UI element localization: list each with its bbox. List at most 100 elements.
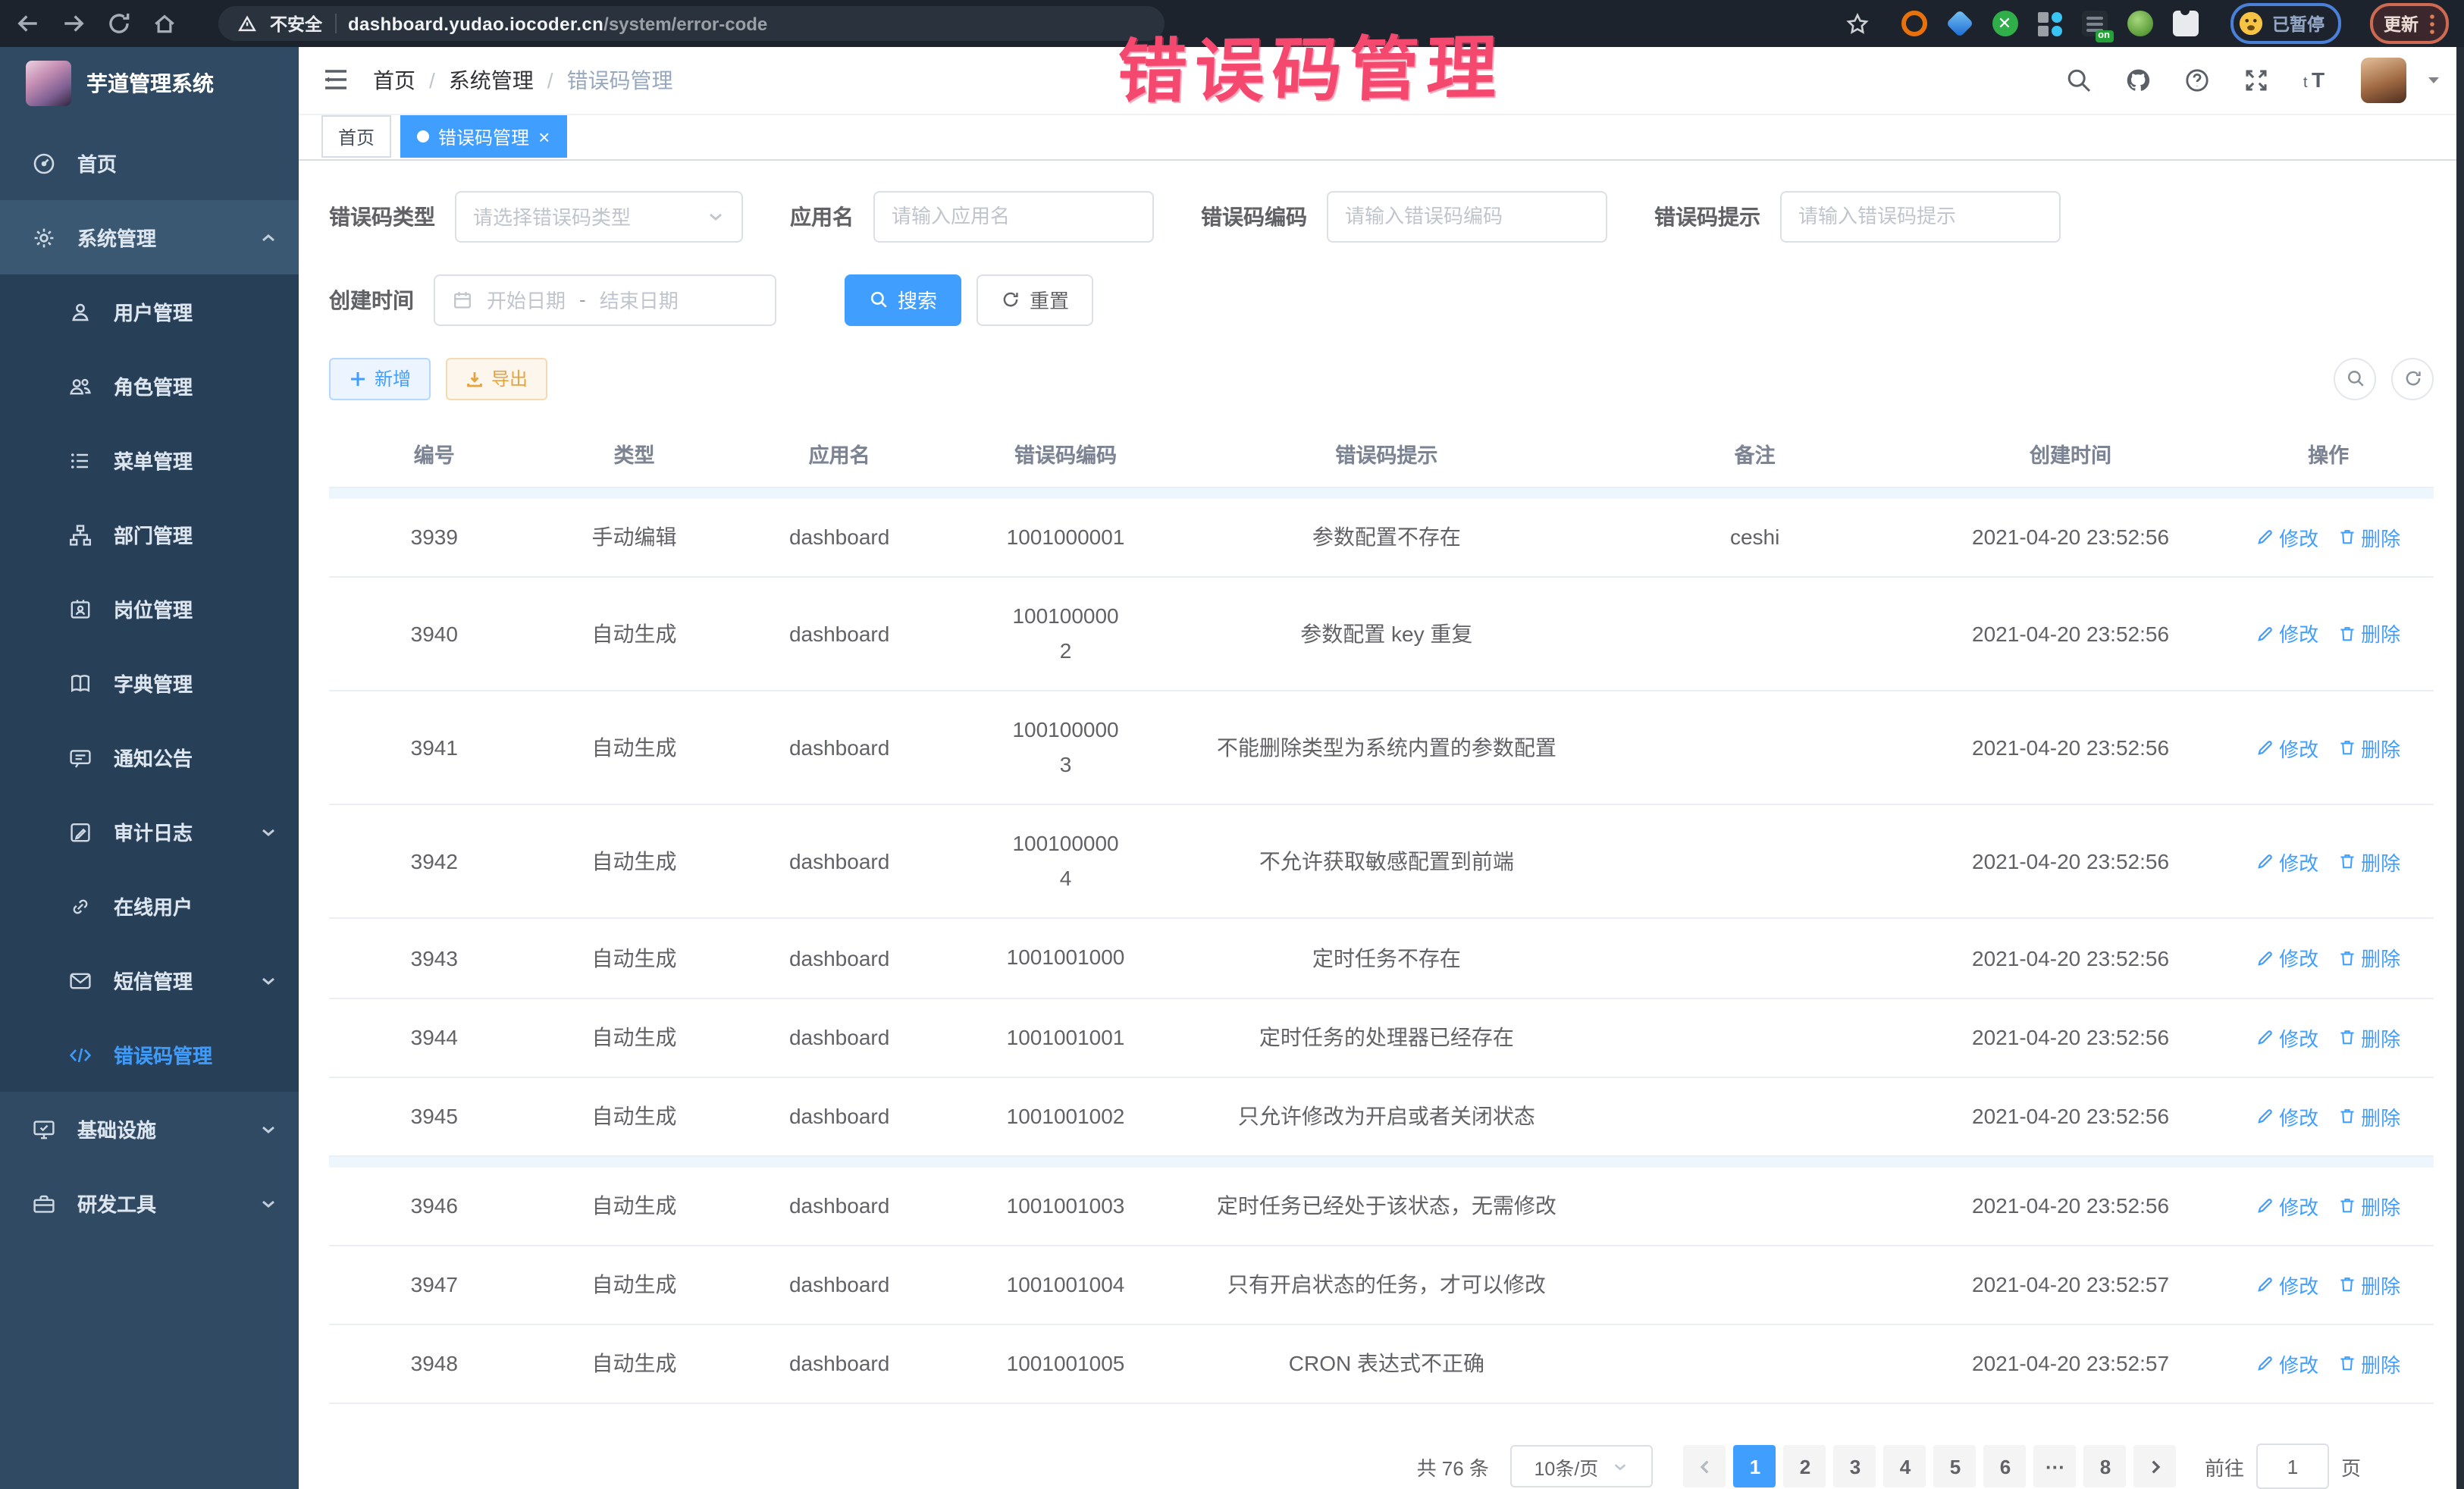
table-row[interactable]: 3940 自动生成 dashboard 100100000 2 参数配置 key… [329, 577, 2434, 691]
delete-link[interactable]: 删除 [2338, 1192, 2400, 1221]
export-button[interactable]: 导出 [446, 358, 547, 400]
error-type-select[interactable]: 请选择错误码类型 [455, 191, 743, 243]
prev-page-button[interactable] [1684, 1445, 1726, 1487]
reload-icon[interactable] [106, 11, 132, 36]
security-label[interactable]: 不安全 [270, 11, 322, 36]
app-logo-row[interactable]: 芋道管理系统 [0, 47, 299, 120]
sidebar-item-error-code[interactable]: 错误码管理 [0, 1017, 299, 1092]
delete-link[interactable]: 删除 [2338, 1102, 2400, 1130]
table-row[interactable]: 3946 自动生成 dashboard 1001001003 定时任务已经处于该… [329, 1167, 2434, 1245]
extension-sprout-icon[interactable] [2127, 11, 2152, 36]
sidebar-item-dictionary[interactable]: 字典管理 [0, 646, 299, 720]
edit-link[interactable]: 修改 [2256, 944, 2318, 973]
extension-ring-icon[interactable] [1901, 11, 1926, 36]
browser-update-button[interactable]: 更新 [2370, 3, 2449, 44]
next-page-button[interactable] [2134, 1445, 2177, 1487]
kebab-menu-icon[interactable] [2429, 13, 2435, 34]
date-range-picker[interactable]: 开始日期 - 结束日期 [434, 274, 776, 326]
sidebar-item-departments[interactable]: 部门管理 [0, 497, 299, 572]
sidebar-item-infrastructure[interactable]: 基础设施 [0, 1092, 299, 1166]
extensions-puzzle-icon[interactable] [2172, 11, 2198, 36]
sidebar-item-dev-tools[interactable]: 研发工具 [0, 1166, 299, 1240]
sidebar-item-sms[interactable]: 短信管理 [0, 943, 299, 1017]
delete-link[interactable]: 删除 [2338, 733, 2400, 762]
breadcrumb-home[interactable]: 首页 [373, 65, 415, 96]
caret-down-icon[interactable] [2426, 73, 2441, 88]
table-row[interactable]: 3942 自动生成 dashboard 100100000 4 不允许获取敏感配… [329, 805, 2434, 919]
sidebar-item-roles[interactable]: 角色管理 [0, 349, 299, 423]
close-icon[interactable]: × [538, 127, 550, 147]
back-icon[interactable] [15, 11, 41, 36]
delete-link[interactable]: 删除 [2338, 1271, 2400, 1299]
page-number-button[interactable]: 1 [1734, 1445, 1776, 1487]
sidebar-item-menus[interactable]: 菜单管理 [0, 423, 299, 497]
tab-home[interactable]: 首页 [321, 116, 391, 158]
show-search-button[interactable] [2334, 358, 2376, 400]
extension-grid-icon[interactable] [2037, 11, 2061, 36]
url-text[interactable]: dashboard.yudao.iocoder.cn/system/error-… [348, 10, 767, 37]
paused-extension-pill[interactable]: 已暂停 [2230, 3, 2341, 44]
page-number-button[interactable]: 6 [1984, 1445, 2027, 1487]
delete-link[interactable]: 删除 [2338, 944, 2400, 973]
search-icon[interactable] [2065, 67, 2093, 94]
font-size-icon[interactable]: tT [2302, 67, 2329, 94]
page-number-button[interactable]: 4 [1884, 1445, 1926, 1487]
delete-link[interactable]: 删除 [2338, 848, 2400, 876]
edit-link[interactable]: 修改 [2256, 523, 2318, 552]
error-code-input[interactable] [1327, 191, 1607, 243]
table-row[interactable]: 3941 自动生成 dashboard 100100000 3 不能删除类型为系… [329, 691, 2434, 804]
sidebar-item-home[interactable]: 首页 [0, 126, 299, 200]
delete-link[interactable]: 删除 [2338, 1350, 2400, 1378]
table-row[interactable]: 3947 自动生成 dashboard 1001001004 只有开启状态的任务… [329, 1246, 2434, 1324]
hamburger-icon[interactable] [321, 66, 350, 95]
page-number-button[interactable]: 8 [2084, 1445, 2127, 1487]
page-number-button[interactable]: 5 [1934, 1445, 1977, 1487]
search-button[interactable]: 搜索 [845, 274, 961, 326]
app-name-input[interactable] [873, 191, 1154, 243]
page-size-select[interactable]: 10条/页 [1510, 1445, 1653, 1487]
tab-error-code[interactable]: 错误码管理 × [400, 116, 566, 158]
sidebar-item-users[interactable]: 用户管理 [0, 274, 299, 349]
edit-link[interactable]: 修改 [2256, 1023, 2318, 1052]
edit-link[interactable]: 修改 [2256, 1271, 2318, 1299]
sidebar-item-announcements[interactable]: 通知公告 [0, 720, 299, 795]
user-avatar[interactable] [2361, 58, 2406, 103]
table-row[interactable]: 3943 自动生成 dashboard 1001001000 定时任务不存在 2… [329, 919, 2434, 998]
edit-link[interactable]: 修改 [2256, 1350, 2318, 1378]
github-icon[interactable] [2124, 67, 2152, 94]
bookmark-star-icon[interactable] [1845, 11, 1869, 36]
delete-link[interactable]: 删除 [2338, 523, 2400, 552]
goto-page-input[interactable] [2256, 1444, 2329, 1489]
sidebar-item-posts[interactable]: 岗位管理 [0, 572, 299, 646]
table-row[interactable]: 3939 手动编辑 dashboard 1001000001 参数配置不存在 c… [329, 499, 2434, 577]
edit-link[interactable]: 修改 [2256, 1192, 2318, 1221]
error-msg-input[interactable] [1780, 191, 2061, 243]
page-number-button[interactable]: ··· [2034, 1445, 2077, 1487]
add-button[interactable]: 新增 [329, 358, 431, 400]
delete-link[interactable]: 删除 [2338, 619, 2400, 648]
edit-link[interactable]: 修改 [2256, 848, 2318, 876]
page-number-button[interactable]: 2 [1784, 1445, 1826, 1487]
home-icon[interactable] [152, 11, 177, 36]
address-bar[interactable]: 不安全 dashboard.yudao.iocoder.cn/system/er… [218, 6, 1165, 41]
extension-x-icon[interactable]: ✕ [1992, 11, 2017, 36]
extension-tampermonkey-icon[interactable]: on [2081, 11, 2107, 36]
help-icon[interactable] [2183, 67, 2211, 94]
extension-gem-icon[interactable] [1946, 11, 1972, 36]
forward-icon[interactable] [61, 11, 86, 36]
sidebar-item-audit-log[interactable]: 审计日志 [0, 795, 299, 869]
fullscreen-icon[interactable] [2243, 67, 2270, 94]
delete-link[interactable]: 删除 [2338, 1023, 2400, 1052]
table-row[interactable]: 3944 自动生成 dashboard 1001001001 定时任务的处理器已… [329, 998, 2434, 1077]
page-scrollbar[interactable] [2456, 47, 2464, 1489]
table-row[interactable]: 3948 自动生成 dashboard 1001001005 CRON 表达式不… [329, 1324, 2434, 1403]
table-row[interactable]: 3945 自动生成 dashboard 1001001002 只允许修改为开启或… [329, 1077, 2434, 1155]
edit-link[interactable]: 修改 [2256, 1102, 2318, 1130]
page-number-button[interactable]: 3 [1834, 1445, 1876, 1487]
edit-link[interactable]: 修改 [2256, 733, 2318, 762]
reset-button[interactable]: 重置 [977, 274, 1093, 326]
refresh-table-button[interactable] [2391, 358, 2434, 400]
sidebar-item-system[interactable]: 系统管理 [0, 200, 299, 274]
breadcrumb-system[interactable]: 系统管理 [449, 65, 534, 96]
edit-link[interactable]: 修改 [2256, 619, 2318, 648]
